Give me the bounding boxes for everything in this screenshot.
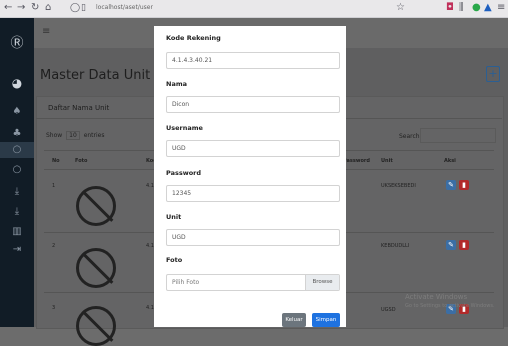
- reload-icon[interactable]: ↻: [31, 2, 39, 14]
- col-password[interactable]: Password: [343, 158, 370, 164]
- password-label: Password: [166, 169, 202, 177]
- password-input[interactable]: 12345: [166, 185, 340, 202]
- page-title: Master Data Unit: [40, 68, 151, 83]
- users-icon[interactable]: ♣: [0, 128, 34, 139]
- entries-control: Show 10 entries: [46, 131, 105, 140]
- edit-button[interactable]: ✎: [446, 240, 456, 250]
- entries-select[interactable]: 10: [66, 131, 80, 140]
- page-icon: ▯: [81, 3, 86, 13]
- foto-label: Foto: [166, 256, 183, 264]
- search-label: Search:: [399, 133, 422, 140]
- no-photo-icon: [76, 248, 116, 288]
- entries-label: entries: [83, 132, 105, 139]
- row-unit: KEBDUDLLI: [381, 243, 410, 249]
- menu-icon[interactable]: ≡: [497, 2, 505, 14]
- forward-icon[interactable]: →: [17, 2, 25, 14]
- row-unit: UGSD: [381, 307, 396, 313]
- no-photo-icon: [76, 186, 116, 226]
- shield-icon: ◯: [70, 3, 81, 13]
- search-input[interactable]: [420, 128, 496, 143]
- delete-button[interactable]: ▮: [459, 240, 469, 250]
- sidebar: Ⓡ ◕ ♠ ♣ ○ ○ ⤓ ⤓ ▥ ⇥: [0, 18, 34, 327]
- row-unit: UKSEKSEBEDI: [381, 183, 416, 189]
- account-icon[interactable]: ▲: [484, 2, 492, 14]
- row-no: 1: [52, 183, 56, 189]
- logout-icon[interactable]: ⇥: [0, 244, 34, 255]
- simpan-button[interactable]: Simpan: [312, 313, 340, 327]
- kode-rekening-label: Kode Rekening: [166, 34, 221, 42]
- extension-icon[interactable]: ●: [472, 2, 481, 14]
- unit-input[interactable]: UGD: [166, 229, 340, 246]
- keluar-button[interactable]: Keluar: [282, 313, 306, 327]
- col-unit[interactable]: Unit: [381, 158, 393, 164]
- foto-file-input[interactable]: Pilih Foto Browse: [166, 274, 340, 291]
- add-button[interactable]: +: [486, 66, 500, 82]
- kode-rekening-input[interactable]: 4.1.4.3.40.21: [166, 52, 340, 69]
- download-icon[interactable]: ⤓: [0, 186, 34, 197]
- user-avatar-icon[interactable]: ◕: [0, 76, 34, 90]
- username-label: Username: [166, 124, 203, 132]
- unit-icon[interactable]: ○: [0, 142, 34, 158]
- nama-label: Nama: [166, 80, 187, 88]
- unit-label: Unit: [166, 213, 182, 221]
- edit-user-modal: Kode Rekening 4.1.4.3.40.21 Nama Dicon U…: [154, 26, 346, 327]
- url-text: localhost/aset/user: [96, 4, 153, 11]
- card-title: Daftar Nama Unit: [48, 104, 110, 112]
- pocket-icon[interactable]: ◘: [446, 2, 454, 14]
- circle-icon[interactable]: ○: [0, 164, 34, 175]
- library-icon[interactable]: ⫼: [459, 2, 464, 14]
- col-aksi[interactable]: Aksi: [444, 158, 456, 164]
- dashboard-icon[interactable]: ♠: [0, 106, 34, 117]
- bookmark-star-icon[interactable]: ☆: [396, 2, 405, 14]
- nama-input[interactable]: Dicon: [166, 96, 340, 113]
- row-no: 2: [52, 243, 56, 249]
- edit-button[interactable]: ✎: [446, 180, 456, 190]
- back-icon[interactable]: ←: [4, 2, 12, 14]
- windows-watermark-title: Activate Windows: [405, 293, 468, 301]
- username-input[interactable]: UGD: [166, 140, 340, 157]
- no-photo-icon: [76, 306, 116, 346]
- browse-button[interactable]: Browse: [305, 275, 339, 290]
- show-label: Show: [46, 132, 63, 139]
- delete-button[interactable]: ▮: [459, 180, 469, 190]
- download-2-icon[interactable]: ⤓: [0, 206, 34, 217]
- row-no: 3: [52, 305, 56, 311]
- chart-icon[interactable]: ▥: [0, 226, 34, 237]
- windows-watermark-subtitle: Go to Settings to activate Windows.: [405, 303, 495, 309]
- home-icon[interactable]: ⌂: [45, 2, 51, 14]
- col-foto[interactable]: Foto: [75, 158, 87, 164]
- browser-toolbar: ← → ↻ ⌂ ◯ ▯ localhost/aset/user ☆ ◘ ⫼ ● …: [0, 0, 508, 18]
- col-no[interactable]: No: [52, 158, 60, 164]
- logo-icon: Ⓡ: [10, 36, 24, 51]
- foto-placeholder: Pilih Foto: [172, 279, 200, 286]
- hamburger-icon[interactable]: ≡: [42, 26, 50, 37]
